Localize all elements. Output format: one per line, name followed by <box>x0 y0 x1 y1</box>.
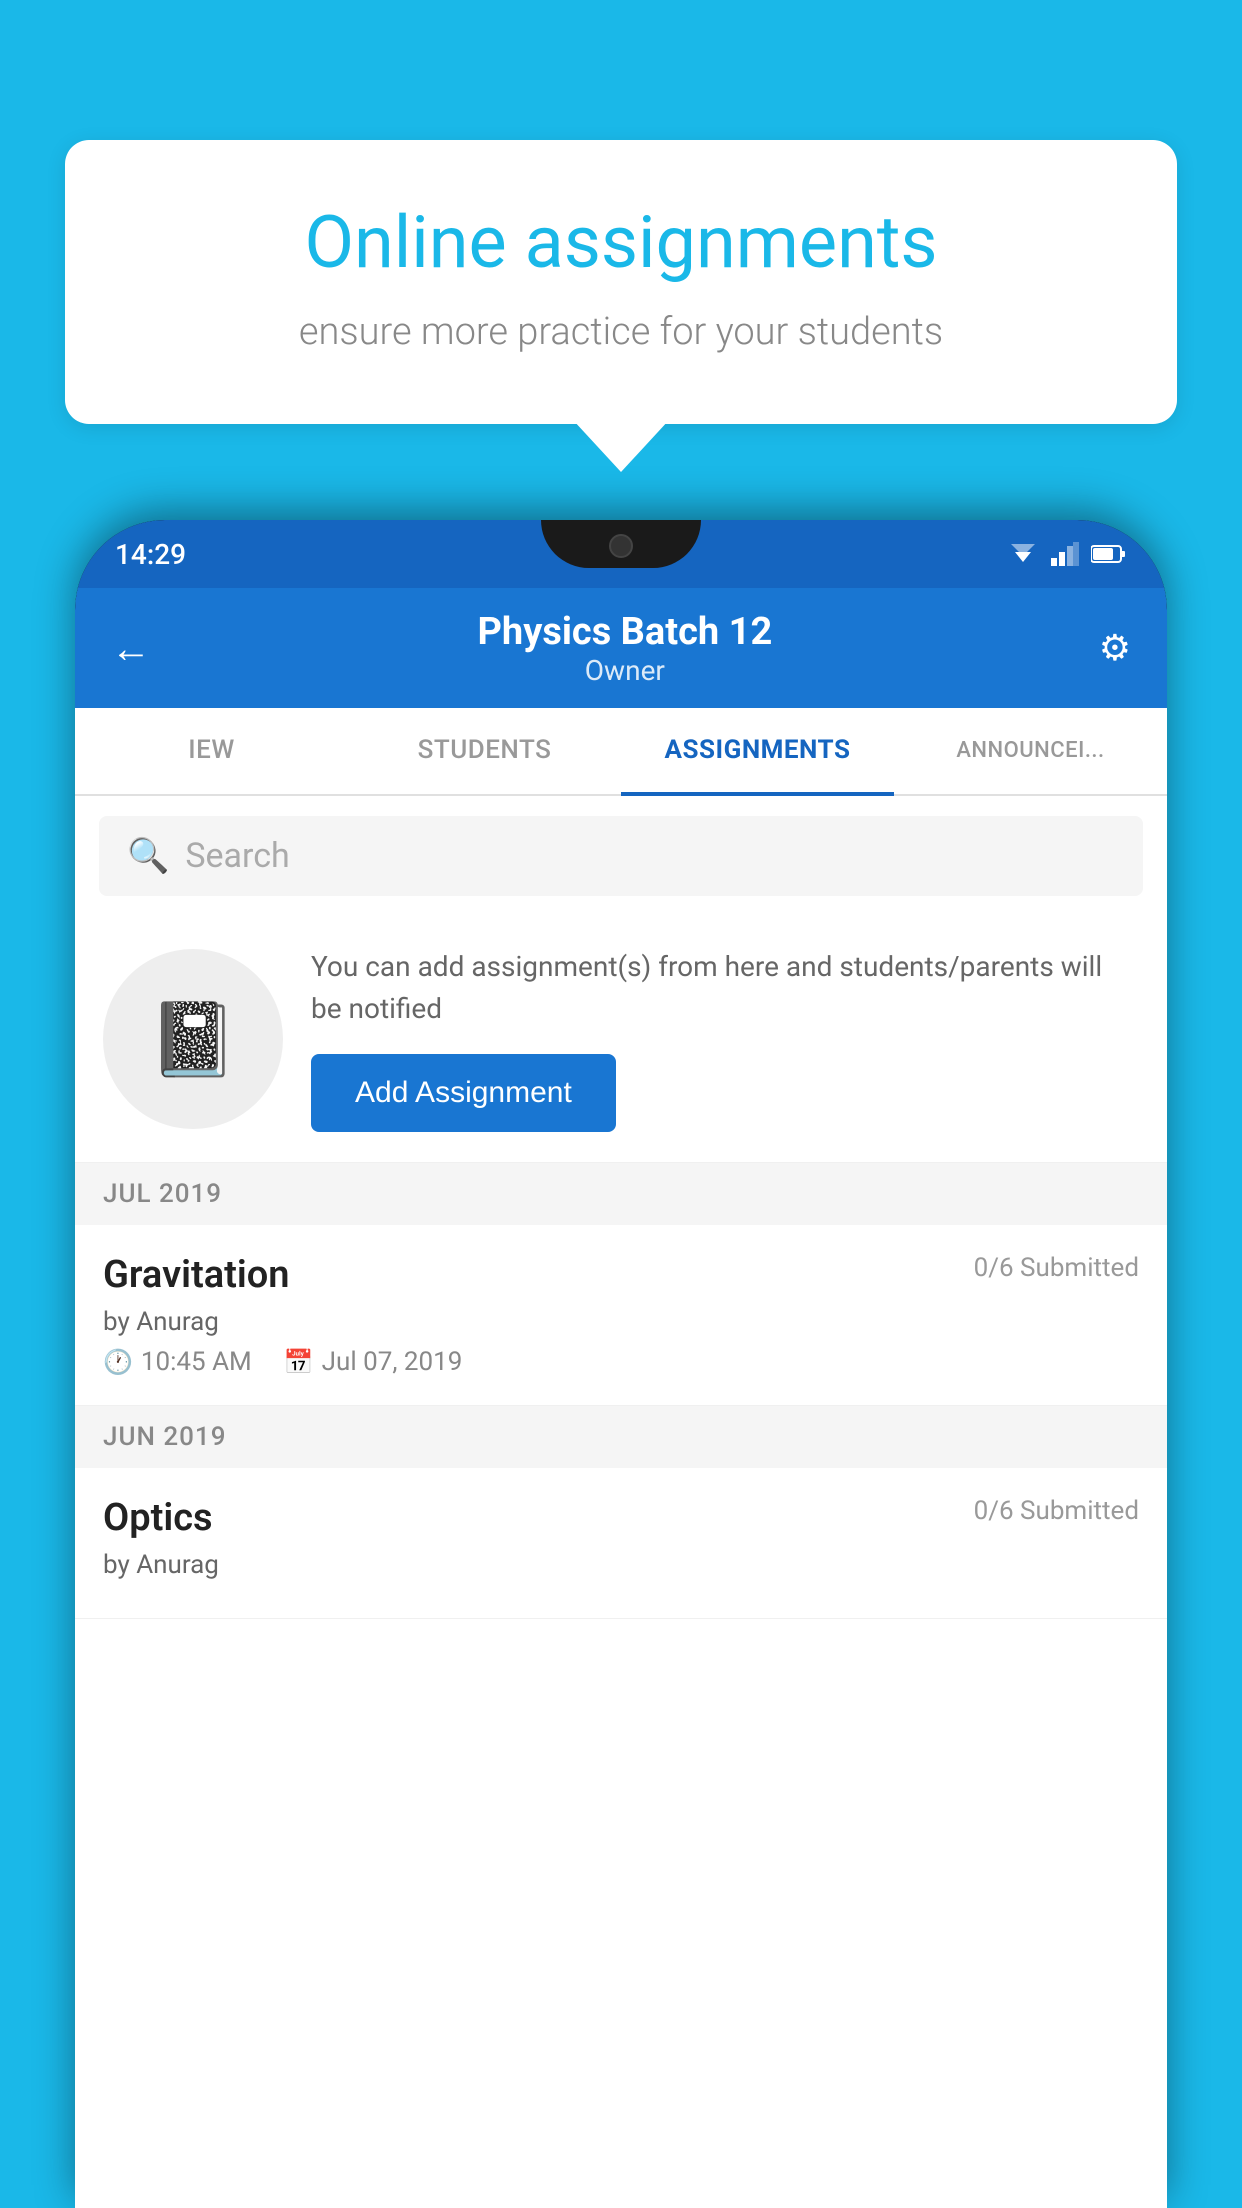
app-bar-title: Physics Batch 12 <box>151 610 1099 654</box>
date-value-gravitation: Jul 07, 2019 <box>322 1347 463 1377</box>
assignment-top-row: Gravitation 0/6 Submitted <box>103 1253 1139 1297</box>
screen-content: 🔍 Search 📓 You can add assignment(s) fro… <box>75 796 1167 2208</box>
speech-bubble-container: Online assignments ensure more practice … <box>65 140 1177 424</box>
promo-description: You can add assignment(s) from here and … <box>311 946 1139 1030</box>
assignment-submitted-optics: 0/6 Submitted <box>974 1496 1139 1526</box>
tab-iew[interactable]: IEW <box>75 708 348 796</box>
speech-bubble-title: Online assignments <box>135 200 1107 286</box>
speech-bubble-subtitle: ensure more practice for your students <box>135 310 1107 354</box>
assignment-item-gravitation[interactable]: Gravitation 0/6 Submitted by Anurag 🕐 10… <box>75 1225 1167 1406</box>
assignment-submitted-gravitation: 0/6 Submitted <box>974 1253 1139 1283</box>
notch-camera <box>609 534 633 558</box>
phone-frame: 14:29 <box>75 520 1167 2208</box>
promo-text-section: You can add assignment(s) from here and … <box>311 946 1139 1132</box>
clock-icon: 🕐 <box>103 1348 133 1376</box>
month-header-jun: JUN 2019 <box>75 1406 1167 1468</box>
notebook-icon: 📓 <box>148 997 238 1082</box>
search-placeholder: Search <box>185 836 289 876</box>
assignment-title-optics: Optics <box>103 1496 213 1540</box>
promo-section: 📓 You can add assignment(s) from here an… <box>75 916 1167 1163</box>
calendar-icon: 📅 <box>284 1348 314 1376</box>
promo-icon-circle: 📓 <box>103 949 283 1129</box>
assignment-top-row-optics: Optics 0/6 Submitted <box>103 1496 1139 1540</box>
phone-inner: 14:29 <box>75 520 1167 2208</box>
settings-button[interactable]: ⚙ <box>1099 627 1131 669</box>
month-header-jul: JUL 2019 <box>75 1163 1167 1225</box>
assignment-title-gravitation: Gravitation <box>103 1253 290 1297</box>
assignment-by-optics: by Anurag <box>103 1550 1139 1580</box>
assignment-time-gravitation: 🕐 10:45 AM <box>103 1347 252 1377</box>
battery-icon <box>1091 544 1127 564</box>
speech-bubble: Online assignments ensure more practice … <box>65 140 1177 424</box>
assignment-by-gravitation: by Anurag <box>103 1307 1139 1337</box>
app-bar-title-section: Physics Batch 12 Owner <box>151 610 1099 687</box>
search-bar-container: 🔍 Search <box>75 796 1167 916</box>
app-bar: ← Physics Batch 12 Owner ⚙ <box>75 588 1167 708</box>
assignment-meta-gravitation: 🕐 10:45 AM 📅 Jul 07, 2019 <box>103 1347 1139 1377</box>
status-icons <box>1007 542 1127 566</box>
back-button[interactable]: ← <box>111 625 151 672</box>
assignment-date-gravitation: 📅 Jul 07, 2019 <box>284 1347 463 1377</box>
add-assignment-button[interactable]: Add Assignment <box>311 1054 616 1132</box>
assignment-item-optics[interactable]: Optics 0/6 Submitted by Anurag <box>75 1468 1167 1619</box>
tab-announcements[interactable]: ANNOUNCEI... <box>894 708 1167 796</box>
app-bar-subtitle: Owner <box>151 654 1099 687</box>
notch <box>541 520 701 568</box>
tab-assignments[interactable]: ASSIGNMENTS <box>621 708 894 796</box>
status-time: 14:29 <box>115 538 186 571</box>
wifi-icon <box>1007 542 1039 566</box>
signal-icon <box>1051 542 1079 566</box>
search-icon: 🔍 <box>127 836 169 876</box>
tab-bar: IEW STUDENTS ASSIGNMENTS ANNOUNCEI... <box>75 708 1167 796</box>
tab-students[interactable]: STUDENTS <box>348 708 621 796</box>
search-bar[interactable]: 🔍 Search <box>99 816 1143 896</box>
status-bar: 14:29 <box>75 520 1167 588</box>
time-value-gravitation: 10:45 AM <box>141 1347 252 1377</box>
